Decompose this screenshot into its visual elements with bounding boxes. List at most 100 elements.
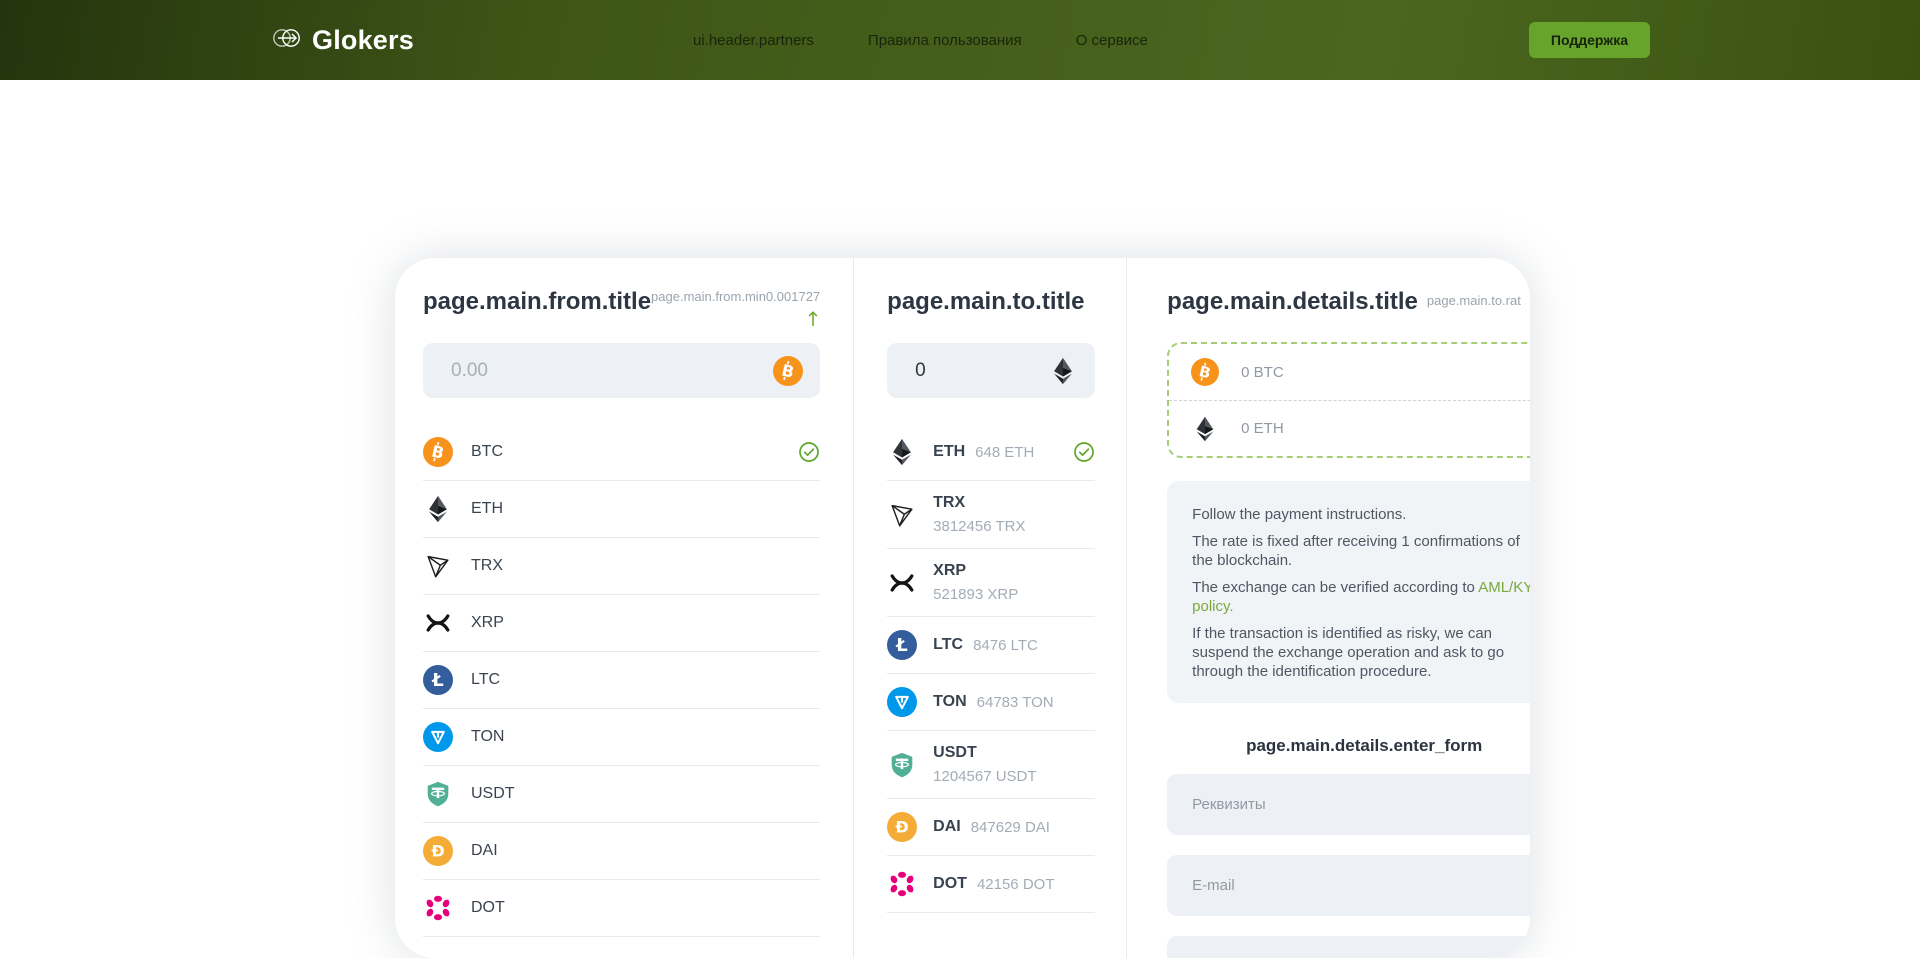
coin-row-usdt[interactable]: USDT (423, 766, 820, 823)
coin-row-btc[interactable]: BBTC (423, 424, 820, 481)
ton-icon (423, 722, 453, 752)
logo-text: Glokers (312, 25, 414, 56)
aml-policy-link[interactable]: AML/KYC (1478, 579, 1530, 596)
nav-link-1[interactable]: Правила пользования (868, 32, 1022, 49)
coin-label: USDT (471, 785, 515, 803)
check-icon (1073, 441, 1095, 463)
summary-box: B0 BTC 0 ETH (1167, 342, 1530, 458)
coin-row-usdt[interactable]: USDT1204567 USDT (887, 731, 1095, 799)
eth-icon (1048, 356, 1078, 386)
summary-amount: 0 BTC (1241, 364, 1284, 381)
coin-reserve: 847629 DAI (971, 819, 1050, 836)
coin-main: TRX 3812456 TRX (933, 494, 1025, 535)
coin-row-dai[interactable]: ĐDAI (423, 823, 820, 880)
instruction-text: The rate is fixed after receiving 1 conf… (1192, 533, 1520, 550)
support-button[interactable]: Поддержка (1529, 22, 1650, 58)
coin-label: TON (933, 693, 966, 711)
instruction-text: the blockchain. (1192, 552, 1292, 569)
coin-label: BTC (471, 443, 503, 461)
coin-row-xrp[interactable]: XRP521893 XRP (887, 549, 1095, 617)
coin-reserve: 8476 LTC (973, 637, 1038, 654)
nav-link-2[interactable]: О сервисе (1076, 32, 1148, 49)
coin-row-ton[interactable]: TON 64783 TON (887, 674, 1095, 731)
coin-row-dai[interactable]: ĐDAI847629 DAI (887, 799, 1095, 856)
trx-icon (887, 500, 917, 530)
instruction-line: the blockchain. (1192, 551, 1530, 570)
dot-icon (887, 869, 917, 899)
coin-row-xrp[interactable]: XRP (423, 595, 820, 652)
coin-label: XRP (471, 614, 504, 632)
coin-main: USDT1204567 USDT (933, 744, 1036, 785)
coin-label: DOT (471, 899, 505, 917)
coin-row-trx[interactable]: TRX 3812456 TRX (887, 481, 1095, 549)
instruction-line: The exchange can be verified according t… (1192, 578, 1530, 597)
coin-label: XRP (933, 562, 1018, 580)
eth-icon (423, 494, 453, 524)
coin-reserve: 64783 TON (977, 694, 1054, 711)
coin-reserve: 3812456 TRX (933, 518, 1025, 535)
svg-text:Ł: Ł (431, 670, 443, 691)
summary-amount: 0 ETH (1241, 420, 1284, 437)
to-coin-list: ETH 648 ETH TRX 3812456 TRX XRP521893 XRP Ł LT… (887, 424, 1095, 913)
ltc-icon: Ł (423, 665, 453, 695)
rate-note: page.main.to.rat (1427, 293, 1521, 308)
instruction-paragraph: If the transaction is identified as risk… (1192, 624, 1530, 681)
logo[interactable]: Glokers (270, 0, 414, 80)
instruction-line: suspend the exchange operation and ask t… (1192, 643, 1530, 662)
to-header: page.main.to.title (887, 287, 1095, 316)
coin-row-dot[interactable]: DOT (423, 880, 820, 937)
coin-label: TRX (933, 494, 1025, 512)
summary-row: 0 ETH (1169, 400, 1530, 456)
exchange-card: page.main.from.title page.main.from.min0… (395, 258, 1530, 958)
from-min-note: page.main.from.min0.001727 (651, 289, 820, 304)
instruction-text: through the identification procedure. (1192, 663, 1431, 680)
header-nav: ui.header.partners Правила пользования О с… (693, 0, 1148, 80)
payment-instructions: Follow the payment instructions. The rate… (1167, 481, 1530, 703)
coin-row-eth[interactable]: ETH (423, 481, 820, 538)
ton-icon (887, 687, 917, 717)
from-title: page.main.from.title (423, 287, 651, 316)
xrp-icon (423, 608, 453, 638)
details-header: page.main.details.title page.main.to.rat (1167, 287, 1530, 316)
coin-label: LTC (471, 671, 500, 689)
details-form (1167, 774, 1530, 958)
to-title: page.main.to.title (887, 287, 1084, 316)
to-amount-box (887, 343, 1095, 398)
coin-label: TON (471, 728, 504, 746)
coin-row-dot[interactable]: DOT42156 DOT (887, 856, 1095, 913)
coin-row-ltc[interactable]: Ł LTC (423, 652, 820, 709)
coin-label: DOT (933, 875, 967, 893)
coin-row-eth[interactable]: ETH 648 ETH (887, 424, 1095, 481)
to-amount-input[interactable] (915, 360, 1048, 382)
instruction-text: If the transaction is identified as risk… (1192, 625, 1492, 642)
check-icon (798, 441, 820, 463)
coin-reserve: 1204567 USDT (933, 768, 1036, 785)
coin-row-trx[interactable]: TRX (423, 538, 820, 595)
svg-text:Ł: Ł (895, 635, 907, 656)
to-column: page.main.to.title ETH 648 ETH TRX 3812456 … (853, 258, 1126, 958)
from-header: page.main.from.title page.main.from.min0… (423, 287, 820, 316)
details-column: page.main.details.title page.main.to.rat… (1126, 258, 1530, 958)
coin-label: ETH (933, 443, 965, 461)
requisites-input[interactable] (1167, 774, 1530, 835)
instruction-paragraph: The exchange can be verified according t… (1192, 578, 1530, 616)
email-input[interactable] (1167, 855, 1530, 916)
coin-label: TRX (471, 557, 503, 575)
logo-icon (270, 23, 304, 58)
from-amount-box: B (423, 343, 820, 398)
instruction-line: Follow the payment instructions. (1192, 505, 1530, 524)
from-amount-input[interactable] (451, 360, 773, 382)
coin-reserve: 648 ETH (975, 444, 1034, 461)
dai-icon: Đ (887, 812, 917, 842)
nav-link-0[interactable]: ui.header.partners (693, 32, 814, 49)
aml-policy-link[interactable]: policy. (1192, 598, 1233, 615)
summary-row: B0 BTC (1169, 344, 1530, 400)
coin-main: XRP521893 XRP (933, 562, 1018, 603)
coin-label: ETH (471, 500, 503, 518)
extra-input[interactable] (1167, 936, 1530, 958)
coin-row-ton[interactable]: TON (423, 709, 820, 766)
btc-icon: B (773, 356, 803, 386)
instruction-line: through the identification procedure. (1192, 662, 1530, 681)
coin-label: LTC (933, 636, 963, 654)
coin-row-ltc[interactable]: Ł LTC 8476 LTC (887, 617, 1095, 674)
